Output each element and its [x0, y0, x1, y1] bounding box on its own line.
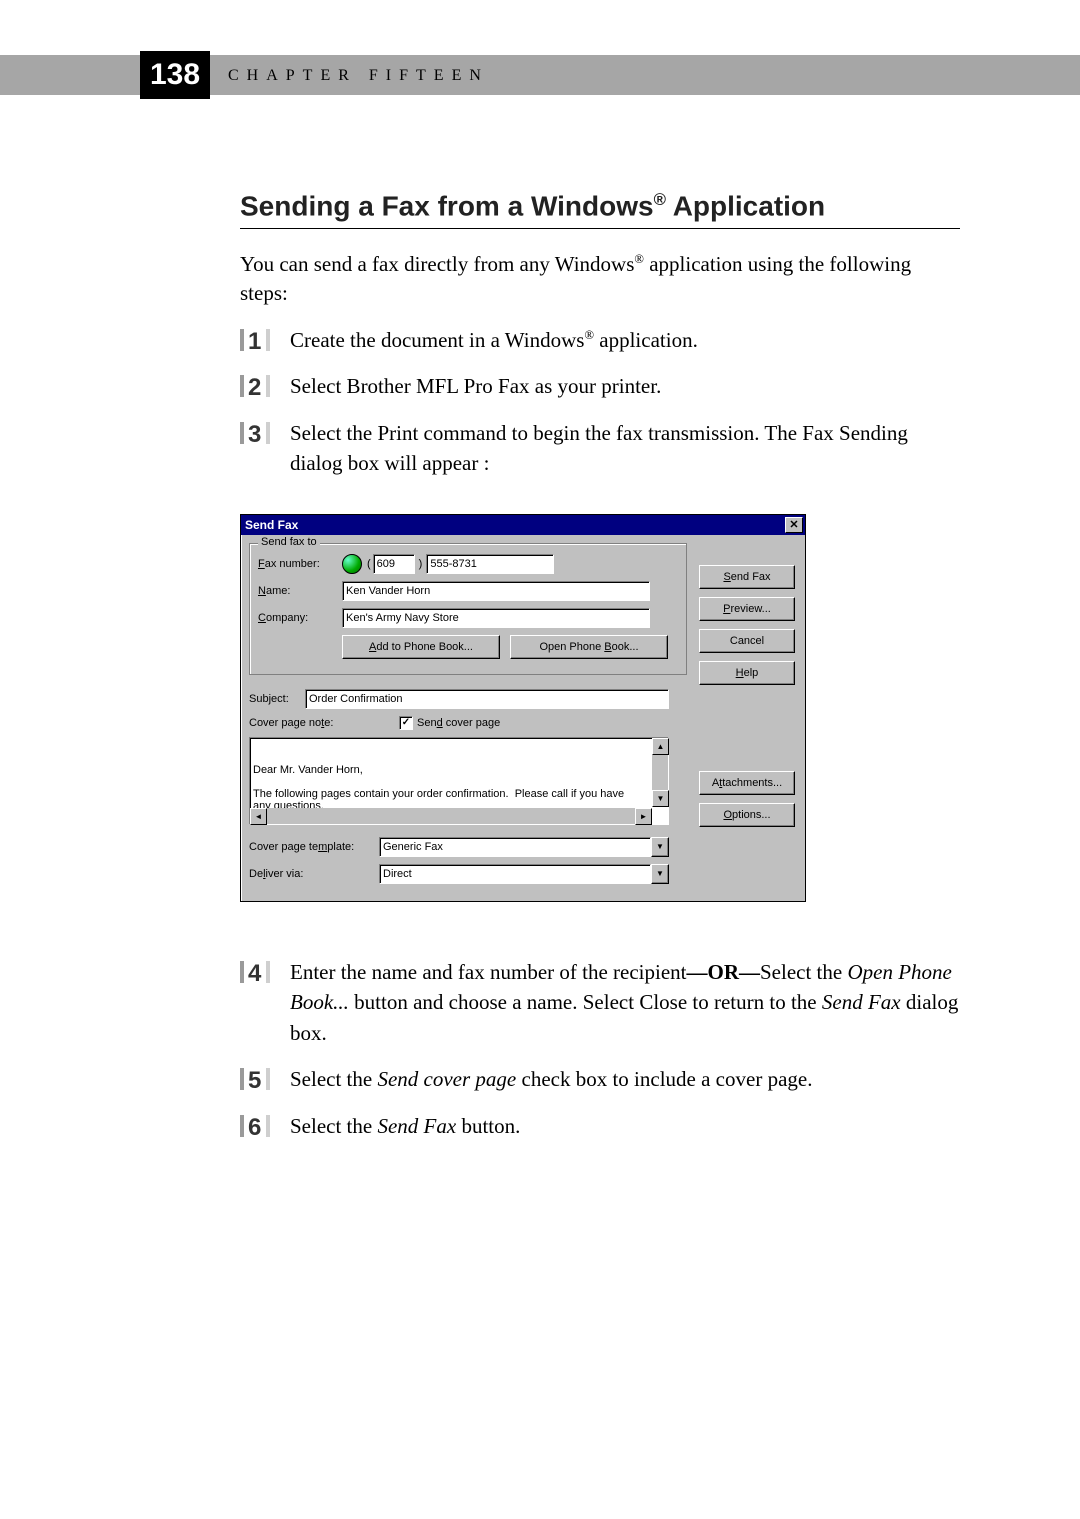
step-text: Enter the name and fax number of the rec…	[290, 960, 687, 984]
chapter-label: CHAPTER FIFTEEN	[228, 67, 489, 85]
step-text: Select the	[290, 1067, 377, 1091]
section-title: Sending a Fax from a Windows® Applicatio…	[240, 190, 960, 229]
attachments-button[interactable]: Attachments...	[699, 771, 795, 795]
page-number: 138	[140, 51, 210, 99]
step-text: button.	[456, 1114, 520, 1138]
scroll-right-icon[interactable]: ►	[635, 808, 652, 825]
main-content: Sending a Fax from a Windows® Applicatio…	[240, 190, 960, 1141]
deliver-via-select[interactable]: Direct ▼	[379, 864, 669, 884]
open-phone-book-button[interactable]: Open Phone Book...	[510, 635, 668, 659]
dialog-button-column: Send Fax Preview... Cancel Help	[699, 565, 795, 685]
name-input[interactable]: Ken Vander Horn	[342, 581, 650, 601]
step-text-italic: Send cover page	[377, 1067, 516, 1091]
step-marker: 5	[240, 1064, 274, 1092]
step-number: 3	[248, 418, 261, 453]
subject-row: Subject: Order Confirmation	[249, 689, 669, 709]
name-row: Name: Ken Vander Horn	[258, 581, 678, 601]
title-text: Sending a Fax from a Windows	[240, 190, 654, 221]
step-marker: 3	[240, 418, 274, 446]
step-marker: 1	[240, 325, 274, 353]
steps-list-bottom: 4 Enter the name and fax number of the r…	[240, 957, 960, 1141]
horizontal-scrollbar[interactable]: ◄ ►	[250, 808, 652, 824]
send-fax-dialog: Send Fax ✕ Send Fax Preview... Cancel He…	[240, 514, 806, 902]
fax-area-code-input[interactable]: 609	[373, 554, 415, 574]
step-3: 3 Select the Print command to begin the …	[240, 418, 960, 479]
step-marker: 4	[240, 957, 274, 985]
step-text-italic: Send Fax	[377, 1114, 456, 1138]
registered-mark: ®	[654, 190, 666, 209]
fax-number-row: Fax number: ( 609 ) 555-8731	[258, 554, 678, 574]
check-icon: ✓	[399, 716, 413, 730]
fax-number-input[interactable]: 555-8731	[426, 554, 554, 574]
title-text-2: Application	[666, 190, 825, 221]
cancel-button[interactable]: Cancel	[699, 629, 795, 653]
send-cover-page-checkbox[interactable]: ✓ Send cover page	[399, 716, 500, 730]
intro-text: You can send a fax directly from any Win…	[240, 252, 634, 276]
scroll-down-icon[interactable]: ▼	[652, 790, 669, 807]
chevron-down-icon[interactable]: ▼	[651, 864, 669, 884]
step-2: 2 Select Brother MFL Pro Fax as your pri…	[240, 371, 960, 401]
options-button[interactable]: Options...	[699, 803, 795, 827]
step-marker: 6	[240, 1111, 274, 1139]
company-row: Company: Ken's Army Navy Store	[258, 608, 678, 628]
deliver-via-value: Direct	[379, 864, 651, 884]
step-text-bold: —OR—	[687, 960, 761, 984]
page-header: 138 CHAPTER FIFTEEN	[0, 55, 1080, 95]
step-number: 5	[248, 1064, 261, 1099]
send-fax-button[interactable]: Send Fax	[699, 565, 795, 589]
step-text: Select the	[290, 1114, 377, 1138]
send-fax-to-group: Send fax to Fax number: ( 609 ) 555-8731…	[249, 543, 687, 675]
step-text: Select the	[760, 960, 847, 984]
step-text: Create the document in a Windows	[290, 328, 584, 352]
cover-note-heading-row: Cover page note: ✓ Send cover page	[249, 716, 669, 730]
step-text: Select Brother MFL Pro Fax as your print…	[290, 374, 661, 398]
preview-button[interactable]: Preview...	[699, 597, 795, 621]
step-marker: 2	[240, 371, 274, 399]
step-5: 5 Select the Send cover page check box t…	[240, 1064, 960, 1094]
registered-mark: ®	[584, 328, 594, 342]
scroll-up-icon[interactable]: ▲	[652, 738, 669, 755]
add-phone-book-button[interactable]: Add to Phone Book...	[342, 635, 500, 659]
cover-page-note-text: Dear Mr. Vander Horn, The following page…	[253, 764, 633, 812]
step-4: 4 Enter the name and fax number of the r…	[240, 957, 960, 1048]
deliver-via-row: Deliver via: Direct ▼	[249, 864, 669, 884]
dialog-titlebar[interactable]: Send Fax ✕	[241, 515, 805, 535]
vertical-scrollbar[interactable]: ▲ ▼	[652, 738, 668, 807]
subject-input[interactable]: Order Confirmation	[305, 689, 669, 709]
globe-icon[interactable]	[342, 554, 362, 574]
step-text: button and choose a name. Select Close t…	[349, 990, 822, 1014]
step-number: 4	[248, 957, 261, 992]
dialog-title: Send Fax	[245, 518, 298, 532]
step-6: 6 Select the Send Fax button.	[240, 1111, 960, 1141]
step-text: check box to include a cover page.	[516, 1067, 812, 1091]
step-number: 6	[248, 1111, 261, 1146]
step-1: 1 Create the document in a Windows® appl…	[240, 325, 960, 355]
registered-mark: ®	[634, 252, 644, 266]
close-icon[interactable]: ✕	[785, 517, 803, 533]
help-button[interactable]: Help	[699, 661, 795, 685]
scroll-left-icon[interactable]: ◄	[250, 808, 267, 825]
step-text: application.	[594, 328, 698, 352]
company-input[interactable]: Ken's Army Navy Store	[342, 608, 650, 628]
cover-page-note-textarea[interactable]: Dear Mr. Vander Horn, The following page…	[249, 737, 669, 825]
step-number: 2	[248, 371, 261, 406]
step-text: Select the Print command to begin the fa…	[290, 421, 908, 475]
step-text-italic: Send Fax	[822, 990, 901, 1014]
intro-paragraph: You can send a fax directly from any Win…	[240, 250, 960, 307]
group-legend: Send fax to	[258, 536, 320, 548]
steps-list-top: 1 Create the document in a Windows® appl…	[240, 325, 960, 479]
step-number: 1	[248, 325, 261, 360]
